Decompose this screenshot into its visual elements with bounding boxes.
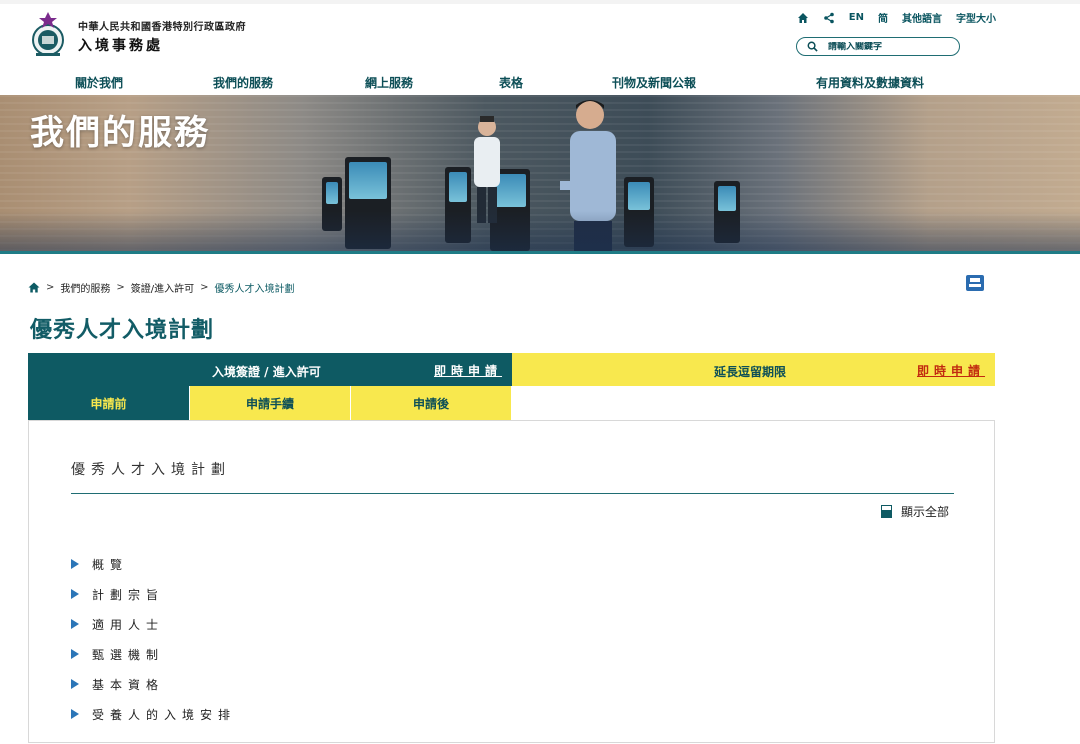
search-box[interactable] bbox=[796, 37, 960, 56]
service-tabs: 入境簽證 / 進入許可 即時申請 延長逗留期限 即時申請 bbox=[28, 353, 995, 386]
accordion-item-label: 基本資格 bbox=[92, 677, 165, 692]
accordion-item-dependants-arrangement[interactable]: 受養人的入境安排 bbox=[71, 699, 236, 729]
entry-apply-online-link[interactable]: 即時申請 bbox=[434, 362, 502, 379]
accordion-item-objectives[interactable]: 計劃宗旨 bbox=[71, 579, 236, 609]
tab-extension-label: 延長逗留期限 bbox=[714, 365, 787, 379]
officer-figure bbox=[474, 116, 500, 223]
page-title: 優秀人才入境計劃 bbox=[30, 318, 215, 343]
breadcrumb-separator: > bbox=[116, 282, 125, 293]
breadcrumb: > 我們的服務 > 簽證/進入許可 > 優秀人才入境計劃 bbox=[28, 280, 295, 295]
accordion-item-label: 受養人的入境安排 bbox=[92, 707, 237, 722]
accordion-item-label: 適用人士 bbox=[92, 617, 165, 632]
main-nav: 關於我們 我們的服務 網上服務 表格 刊物及新聞公報 有用資料及數據資料 bbox=[0, 74, 1080, 94]
show-all-label: 顯示全部 bbox=[901, 505, 950, 519]
hksar-emblem-logo[interactable] bbox=[28, 10, 68, 58]
accordion-item-label: 計劃宗旨 bbox=[92, 587, 165, 602]
banner-title: 我們的服務 bbox=[30, 113, 210, 153]
home-icon[interactable] bbox=[797, 12, 809, 24]
nav-publications-press[interactable]: 刊物及新聞公報 bbox=[612, 74, 696, 91]
breadcrumb-visas-entry-permits[interactable]: 簽證/進入許可 bbox=[131, 280, 194, 295]
other-languages-link[interactable]: 其他語言 bbox=[902, 10, 942, 25]
nav-our-services[interactable]: 我們的服務 bbox=[213, 74, 273, 91]
search-input[interactable] bbox=[828, 41, 948, 52]
expand-arrow-icon bbox=[71, 709, 79, 719]
subtab-application-procedures[interactable]: 申請手續 bbox=[189, 386, 350, 420]
lang-sc-link[interactable]: 简 bbox=[878, 10, 888, 25]
top-border bbox=[0, 0, 1080, 4]
department-name[interactable]: 入境事務處 bbox=[78, 35, 163, 55]
nav-forms[interactable]: 表格 bbox=[499, 74, 523, 91]
section-divider bbox=[71, 493, 954, 494]
section-title: 優秀人才入境計劃 bbox=[71, 462, 231, 478]
breadcrumb-our-services[interactable]: 我們的服務 bbox=[60, 280, 110, 295]
hero-banner: 我們的服務 bbox=[0, 95, 1080, 251]
accordion-item-overview[interactable]: 概覽 bbox=[71, 549, 236, 579]
font-size-link[interactable]: 字型大小 bbox=[956, 10, 996, 25]
utility-links: EN 简 其他語言 字型大小 bbox=[797, 10, 996, 25]
expand-arrow-icon bbox=[71, 649, 79, 659]
search-icon[interactable] bbox=[807, 41, 818, 52]
expand-arrow-icon bbox=[71, 679, 79, 689]
banner-floor-shade bbox=[0, 211, 1080, 251]
breadcrumb-separator: > bbox=[46, 282, 55, 293]
show-all-toggle[interactable]: 顯示全部 bbox=[881, 503, 949, 520]
expand-arrow-icon bbox=[71, 619, 79, 629]
accordion-item-label: 概覽 bbox=[92, 557, 129, 572]
nav-useful-info-statistics[interactable]: 有用資料及數據資料 bbox=[816, 74, 924, 91]
accordion-item-basic-eligibility[interactable]: 基本資格 bbox=[71, 669, 236, 699]
accordion-list: 概覽 計劃宗旨 適用人士 甄選機制 基本資格 受養人的入境安排 bbox=[71, 549, 236, 729]
tab-entry-label: 入境簽證 / 進入許可 bbox=[212, 365, 321, 379]
breadcrumb-separator: > bbox=[200, 282, 209, 293]
application-stage-tabs: 申請前 申請手續 申請後 bbox=[28, 386, 511, 420]
subtab-before-application[interactable]: 申請前 bbox=[28, 386, 189, 420]
tab-extension-of-stay[interactable]: 延長逗留期限 即時申請 bbox=[512, 353, 995, 386]
tab-entry-visa-permit[interactable]: 入境簽證 / 進入許可 即時申請 bbox=[28, 353, 512, 386]
accordion-item-eligible-persons[interactable]: 適用人士 bbox=[71, 609, 236, 639]
print-icon[interactable] bbox=[966, 275, 984, 291]
expand-arrow-icon bbox=[71, 559, 79, 569]
share-icon[interactable] bbox=[823, 12, 835, 24]
expand-all-icon bbox=[881, 505, 892, 518]
accordion-item-selection-mechanism[interactable]: 甄選機制 bbox=[71, 639, 236, 669]
content-panel: 優秀人才入境計劃 顯示全部 概覽 計劃宗旨 適用人士 甄選機制 基本資格 受養人… bbox=[28, 420, 995, 743]
home-icon[interactable] bbox=[28, 282, 40, 293]
extension-apply-online-link[interactable]: 即時申請 bbox=[917, 362, 985, 379]
lang-en-link[interactable]: EN bbox=[849, 12, 864, 23]
breadcrumb-current-page[interactable]: 優秀人才入境計劃 bbox=[215, 280, 295, 295]
subtab-after-application[interactable]: 申請後 bbox=[350, 386, 511, 420]
nav-about-us[interactable]: 關於我們 bbox=[75, 74, 123, 91]
nav-online-services[interactable]: 網上服務 bbox=[365, 74, 413, 91]
banner-underline bbox=[0, 251, 1080, 254]
accordion-item-label: 甄選機制 bbox=[92, 647, 165, 662]
government-name: 中華人民共和國香港特別行政區政府 bbox=[78, 22, 246, 33]
expand-arrow-icon bbox=[71, 589, 79, 599]
